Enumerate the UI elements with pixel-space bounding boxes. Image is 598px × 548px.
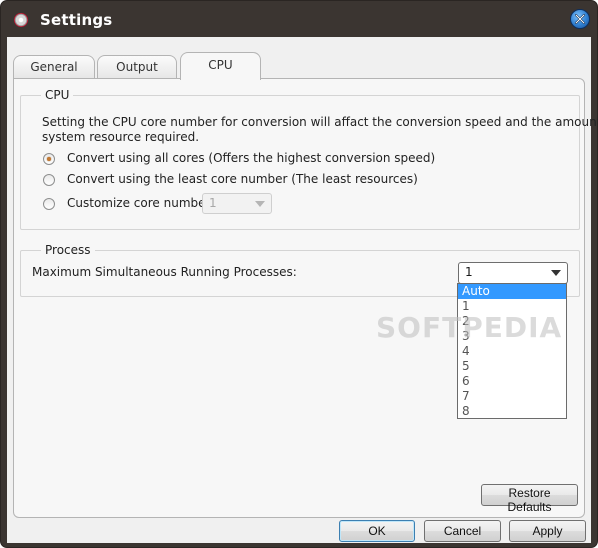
radio-all-cores[interactable] bbox=[43, 153, 55, 165]
settings-window: Settings General Output CPU CPU Setting … bbox=[0, 0, 598, 548]
tab-output[interactable]: Output bbox=[97, 55, 177, 79]
dropdown-option[interactable]: 7 bbox=[458, 389, 566, 404]
process-group-legend: Process bbox=[45, 243, 91, 257]
dropdown-option[interactable]: Auto bbox=[458, 284, 566, 299]
dropdown-option[interactable]: 8 bbox=[458, 404, 566, 419]
softpedia-watermark: SOFTPEDIA bbox=[376, 311, 563, 344]
dropdown-option[interactable]: 4 bbox=[458, 344, 566, 359]
dialog-client-area: General Output CPU CPU Setting the CPU c… bbox=[7, 37, 598, 543]
chevron-down-icon bbox=[551, 270, 561, 276]
close-icon bbox=[575, 14, 585, 24]
cpu-description-line2: system resource required. bbox=[42, 130, 200, 144]
title-bar[interactable]: Settings bbox=[1, 1, 597, 37]
app-disc-icon bbox=[14, 13, 28, 27]
chevron-down-icon bbox=[255, 201, 265, 207]
tab-general[interactable]: General bbox=[13, 55, 95, 79]
apply-button[interactable]: Apply bbox=[509, 520, 586, 542]
radio-least-cores[interactable] bbox=[43, 174, 55, 186]
close-button[interactable] bbox=[570, 9, 590, 29]
radio-least-cores-label[interactable]: Convert using the least core number (The… bbox=[67, 172, 418, 186]
restore-defaults-button[interactable]: Restore Defaults bbox=[481, 484, 578, 514]
max-processes-select[interactable]: 1 bbox=[458, 262, 568, 284]
radio-all-cores-label[interactable]: Convert using all cores (Offers the high… bbox=[67, 151, 435, 165]
window-title: Settings bbox=[40, 11, 113, 29]
dropdown-option[interactable]: 5 bbox=[458, 359, 566, 374]
max-processes-dropdown[interactable]: Auto 1 2 3 4 5 6 7 8 bbox=[457, 283, 567, 419]
max-processes-label: Maximum Simultaneous Running Processes: bbox=[32, 265, 297, 279]
core-number-value: 1 bbox=[209, 196, 217, 210]
max-processes-value: 1 bbox=[465, 265, 473, 279]
cpu-group-legend: CPU bbox=[45, 88, 70, 102]
radio-customize-cores-label[interactable]: Customize core number bbox=[67, 196, 210, 210]
dropdown-option[interactable]: 6 bbox=[458, 374, 566, 389]
core-number-select[interactable]: 1 bbox=[202, 193, 272, 214]
cpu-description-line1: Setting the CPU core number for conversi… bbox=[42, 115, 598, 129]
cancel-button[interactable]: Cancel bbox=[424, 520, 501, 542]
tab-cpu[interactable]: CPU bbox=[180, 52, 261, 80]
radio-customize-cores[interactable] bbox=[43, 198, 55, 210]
ok-button[interactable]: OK bbox=[339, 520, 415, 542]
